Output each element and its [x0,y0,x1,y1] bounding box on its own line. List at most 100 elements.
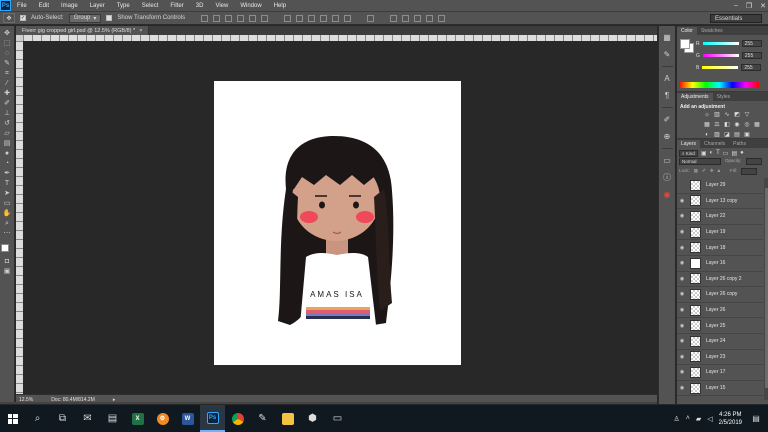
shape-tool-icon[interactable]: ▭ [2,200,13,208]
paragraph-panel-icon[interactable]: ¶ [662,90,673,101]
document-tab[interactable]: Fiverr gig cropped girl.psd @ 12.5% (RGB… [16,26,150,35]
menu-window[interactable]: Window [234,3,267,9]
layer-row[interactable]: Layer 29 [677,178,763,194]
green-value[interactable]: 255 [741,52,762,59]
curves-icon[interactable]: ∿ [723,112,731,119]
blue-value[interactable]: 255 [741,64,762,71]
blend-mode-select[interactable]: Normal [679,158,721,165]
align-vcenter-icon[interactable] [213,14,221,22]
eye-icon[interactable]: ◉ [679,213,685,219]
layer-row[interactable]: ◉ Layer 19 [677,225,763,241]
filter-shape-icon[interactable]: ▭ [723,150,729,157]
file-explorer-icon[interactable] [275,405,300,432]
maps-icon[interactable]: ⬢ [300,405,325,432]
green-slider[interactable] [702,54,739,57]
healing-tool-icon[interactable]: ✚ [2,90,13,98]
opacity-field[interactable] [745,158,762,165]
blue-slider[interactable] [702,66,739,69]
3d-roll-icon[interactable] [402,14,410,22]
mail-icon[interactable]: ✉ [75,405,100,432]
filter-smart-icon[interactable]: ▤ [731,150,737,157]
filter-pixel-icon[interactable]: ▣ [701,150,707,157]
eye-icon[interactable]: ◉ [679,323,685,329]
vibrance-icon[interactable]: ▽ [743,112,751,119]
black-white-icon[interactable]: ◧ [723,122,731,129]
eye-icon[interactable]: ◉ [679,354,685,360]
move-tool-preset-icon[interactable]: ✥ [3,13,15,23]
pen-tool-icon[interactable]: ✒ [2,170,13,178]
distribute-vcenter-icon[interactable] [296,14,304,22]
quick-select-tool-icon[interactable]: ✎ [2,60,13,68]
menu-3d[interactable]: 3D [190,3,210,9]
exposure-icon[interactable]: ◩ [733,112,741,119]
lasso-tool-icon[interactable]: ◌ [2,50,13,58]
chrome-icon[interactable] [225,405,250,432]
lock-transparency-icon[interactable]: ▦ [694,168,698,175]
photo-filter-icon[interactable]: ◉ [733,122,741,129]
clone-source-panel-icon[interactable]: ⊕ [662,131,673,142]
brush-tool-icon[interactable]: ✐ [2,100,13,108]
red-slider[interactable] [702,42,739,45]
tab-channels[interactable]: Channels [700,140,729,148]
app-orange-icon[interactable]: ⚙ [150,405,175,432]
menu-filter[interactable]: Filter [164,3,189,9]
network-icon[interactable]: ▰ [696,415,701,423]
distribute-right-icon[interactable] [344,14,352,22]
close-icon[interactable]: ✕ [760,2,766,10]
quick-mask-icon[interactable]: ◘ [2,258,13,266]
gradient-tool-icon[interactable]: ▤ [2,140,13,148]
eye-icon[interactable]: ◉ [679,291,685,297]
restore-icon[interactable]: ❐ [746,2,752,10]
layer-row[interactable]: ◉ Layer 26 copy [677,287,763,303]
vertical-ruler[interactable] [16,41,23,394]
red-value[interactable]: 255 [741,40,762,47]
menu-layer[interactable]: Layer [84,3,111,9]
color-swatches[interactable] [1,244,13,256]
start-button[interactable] [0,405,25,432]
auto-select-dropdown[interactable]: Group ▾ [68,13,102,23]
filter-adjustment-icon[interactable]: ◐ [709,150,713,156]
levels-icon[interactable]: ▥ [713,112,721,119]
layer-row[interactable]: ◉ Layer 15 [677,381,763,397]
eye-icon[interactable]: ◉ [679,276,685,282]
eye-icon[interactable]: ◉ [679,338,685,344]
menu-view[interactable]: View [209,3,234,9]
canvas[interactable]: AMAS ISA [214,81,461,365]
layer-row[interactable]: ◉ Layer 22 [677,209,763,225]
screen-mode-icon[interactable]: ▣ [2,268,13,276]
cc-libraries-icon[interactable]: ◉ [662,189,673,200]
task-view-icon[interactable]: ⧉ [50,405,75,432]
close-tab-icon[interactable]: × [139,28,142,34]
fill-field[interactable] [741,168,757,175]
eye-icon[interactable]: ◉ [679,385,685,391]
lock-all-icon[interactable]: 🔒︎ [718,168,720,175]
photoshop-taskbar-icon[interactable]: Ps [200,405,225,432]
stamp-tool-icon[interactable]: ⊥ [2,110,13,118]
type-tool-icon[interactable]: T [2,180,13,188]
layer-row[interactable]: ◉ Layer 26 copy 2 [677,272,763,288]
crop-tool-icon[interactable]: ⌗ [2,70,13,78]
3d-slide-icon[interactable] [426,14,434,22]
feedback-icon[interactable]: ✎ [250,405,275,432]
menu-select[interactable]: Select [136,3,165,9]
tab-swatches[interactable]: Swatches [697,27,727,35]
horizontal-ruler[interactable] [23,35,657,41]
word-icon[interactable]: W [175,405,200,432]
layer-row[interactable]: ◉ Layer 26 [677,303,763,319]
excel-icon[interactable]: X [125,405,150,432]
eye-icon[interactable]: ◉ [679,245,685,251]
3d-rotate-icon[interactable] [390,14,398,22]
path-select-tool-icon[interactable]: ➤ [2,190,13,198]
chevron-up-icon[interactable]: ˄ [686,415,690,422]
foreground-color[interactable] [1,244,9,252]
marquee-tool-icon[interactable]: ⬚ [2,40,13,48]
store-icon[interactable]: ▭ [325,405,350,432]
timeline-panel-icon[interactable]: ▭ [662,155,673,166]
tab-color[interactable]: Color [677,27,697,35]
menu-type[interactable]: Type [111,3,136,9]
notifications-icon[interactable]: ▤ [748,405,764,432]
info-panel-icon[interactable]: ⓘ [662,172,673,183]
volume-icon[interactable]: ◁ [707,415,712,423]
hand-tool-icon[interactable]: ✋ [2,210,13,218]
channel-mixer-icon[interactable]: ◎ [743,122,751,129]
